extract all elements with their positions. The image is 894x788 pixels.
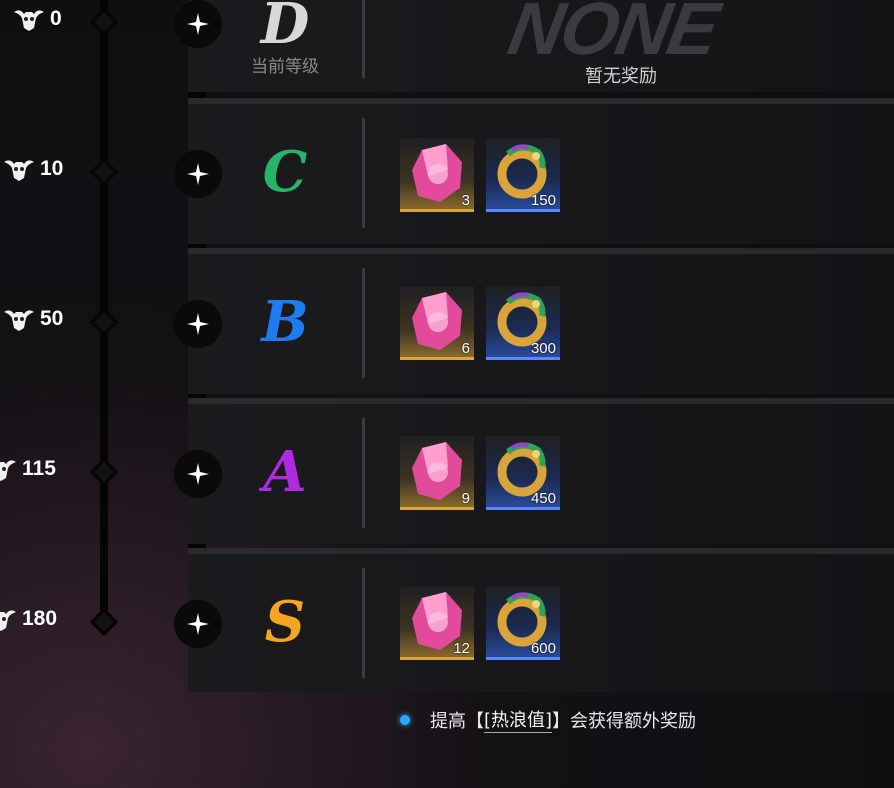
grade-letter-d: D <box>260 0 310 57</box>
row-divider <box>362 418 365 528</box>
score-value: 0 <box>50 7 62 30</box>
pink-crystal-icon <box>412 292 462 350</box>
grade-b: B <box>240 292 330 352</box>
tier-star-marker <box>174 150 222 198</box>
score-value: 115 <box>22 457 56 480</box>
reward-gem[interactable]: 3 <box>400 138 474 212</box>
row-divider <box>362 268 365 378</box>
reward-quantity: 150 <box>530 192 556 209</box>
footer-suffix: 】会获得额外奖励 <box>552 710 697 732</box>
reward-coin[interactable]: 600 <box>486 586 560 660</box>
footer-hint: 提高【 [热浪值] 】会获得额外奖励 <box>400 706 696 733</box>
tier-star-marker <box>174 0 222 48</box>
score-value: 10 <box>40 157 64 180</box>
tier-star-marker <box>174 300 222 348</box>
tier-star-marker <box>174 600 222 648</box>
reward-quantity: 3 <box>461 192 470 209</box>
reward-quantity: 450 <box>530 490 556 507</box>
reward-quantity: 600 <box>530 640 556 657</box>
score-marker: 50 <box>2 304 63 334</box>
reward-gem[interactable]: 6 <box>400 286 474 360</box>
reward-gem[interactable]: 9 <box>400 436 474 510</box>
sparkle-star-icon <box>187 313 209 335</box>
hint-dot-icon <box>400 714 410 725</box>
score-marker: 0 <box>12 4 62 34</box>
score-marker: 115 <box>0 454 56 484</box>
score-marker: 180 <box>0 604 57 634</box>
score-marker: 10 <box>2 154 63 184</box>
no-reward-panel: NONE 暂无奖励 <box>500 0 760 92</box>
current-grade-caption: 当前等级 <box>251 57 319 77</box>
footer-prefix: 提高【 <box>430 710 484 732</box>
sparkle-star-icon <box>187 163 209 185</box>
heatwave-keyword-link[interactable]: [热浪值] <box>484 706 553 733</box>
grade-current: D 当前等级 <box>240 0 330 77</box>
grade-c: C <box>240 142 330 202</box>
reward-gem[interactable]: 12 <box>400 586 474 660</box>
reward-quantity: 12 <box>453 640 470 657</box>
row-divider <box>362 118 365 228</box>
sparkle-star-icon <box>187 13 209 35</box>
score-value: 180 <box>22 607 58 630</box>
bull-skull-icon <box>14 10 44 31</box>
sparkle-star-icon <box>187 463 209 485</box>
score-node <box>89 307 119 337</box>
score-node <box>89 607 119 637</box>
no-reward-caption: 暂无奖励 <box>585 66 657 87</box>
bull-skull-icon <box>4 310 34 331</box>
grade-letter-c: C <box>262 139 308 205</box>
score-node <box>89 7 119 37</box>
reward-coin[interactable]: 450 <box>486 436 560 510</box>
sparkle-star-icon <box>187 613 209 635</box>
none-watermark: NONE <box>502 0 724 70</box>
reward-coin[interactable]: 150 <box>486 138 560 212</box>
reward-quantity: 300 <box>530 340 556 357</box>
row-divider <box>362 0 365 78</box>
reward-quantity: 6 <box>461 340 470 357</box>
bull-skull-icon <box>0 460 16 481</box>
score-node <box>89 457 119 487</box>
grade-letter-s: S <box>264 589 306 655</box>
grade-letter-a: A <box>263 439 307 505</box>
grade-s: S <box>240 592 330 652</box>
row-divider <box>362 568 365 678</box>
bull-skull-icon <box>0 610 16 631</box>
reward-quantity: 9 <box>461 490 470 507</box>
grade-letter-b: B <box>261 289 309 355</box>
tier-star-marker <box>174 450 222 498</box>
score-value: 50 <box>40 307 64 330</box>
reward-coin[interactable]: 300 <box>486 286 560 360</box>
pink-crystal-icon <box>412 144 462 202</box>
grade-a: A <box>240 442 330 502</box>
score-node <box>89 157 119 187</box>
bull-skull-icon <box>4 160 34 181</box>
pink-crystal-icon <box>412 442 462 500</box>
